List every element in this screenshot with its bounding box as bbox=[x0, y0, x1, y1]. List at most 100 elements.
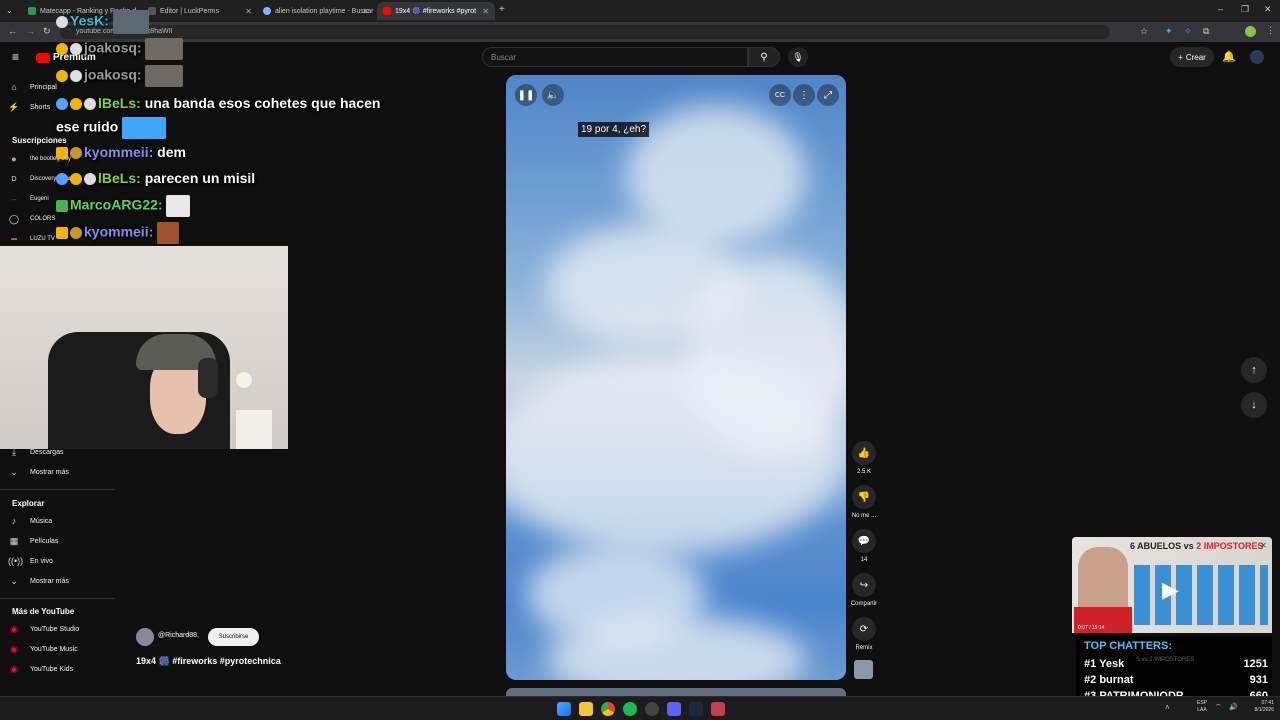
account-avatar[interactable] bbox=[1250, 50, 1264, 64]
comments-button[interactable]: 💬 14 bbox=[850, 529, 878, 563]
comment-count: 14 bbox=[860, 557, 868, 563]
sidebar-item-studio[interactable]: ◉ YouTube Studio bbox=[8, 620, 79, 638]
tray-chevron-icon[interactable]: ˄ bbox=[1165, 703, 1170, 712]
tab-luckperms-editor[interactable]: Editor | LuckPerms bbox=[142, 2, 256, 20]
next-short-preview[interactable] bbox=[506, 688, 846, 696]
close-window-icon[interactable]: ✕ bbox=[1264, 4, 1272, 15]
windows-taskbar: ˄ ESP LAA ⌔ 🔊 07:41 8/1/2026 bbox=[0, 696, 1280, 720]
like-button[interactable]: 👍 2.5 K bbox=[850, 441, 878, 475]
minimize-icon[interactable]: – bbox=[1218, 4, 1223, 14]
chat-username: joakosq: bbox=[84, 66, 142, 83]
file-explorer-icon[interactable] bbox=[579, 702, 593, 716]
volume-button[interactable]: 🔈 bbox=[542, 84, 564, 106]
tab-bing-search[interactable]: alien isolation playtime - Buscar ✕ bbox=[257, 2, 375, 20]
chatter-count: 931 bbox=[1249, 674, 1268, 686]
chat-text: ese ruido bbox=[56, 118, 119, 135]
chat-message: YesK: bbox=[56, 10, 149, 34]
previous-short-button[interactable]: ↑ bbox=[1241, 357, 1267, 383]
sidebar-item-label: Shorts bbox=[30, 103, 51, 111]
plus-icon: + bbox=[1178, 52, 1183, 62]
channel-name[interactable]: @Richard88. bbox=[158, 632, 199, 639]
restore-icon[interactable]: ❐ bbox=[1241, 4, 1249, 15]
sidebar-item-show-more-explore[interactable]: ⌄ Mostrar más bbox=[8, 572, 69, 590]
language-indicator[interactable]: ESP LAA bbox=[1197, 700, 1207, 714]
more-options-icon[interactable]: ⋮ bbox=[793, 84, 815, 106]
obs-icon[interactable] bbox=[645, 702, 659, 716]
next-short-button[interactable]: ↓ bbox=[1241, 392, 1267, 418]
search-button[interactable]: ⚲ bbox=[748, 47, 780, 67]
extension-icon[interactable]: ✧ bbox=[1184, 26, 1192, 37]
notifications-bell-icon[interactable]: 🔔 bbox=[1222, 50, 1236, 63]
play-icon[interactable]: ▶ bbox=[1162, 577, 1179, 603]
sidebar-item-kids[interactable]: ◉ YouTube Kids bbox=[8, 660, 73, 678]
sidebar-item-show-more[interactable]: ⌄ Mostrar más bbox=[8, 463, 69, 481]
sidebar-sub-item[interactable]: ◯ COLORS bbox=[8, 210, 55, 228]
sidebar-item-shorts[interactable]: ⚡ Shorts bbox=[8, 98, 50, 116]
voice-search-button[interactable]: 🎙 bbox=[788, 47, 808, 67]
chrome-icon[interactable] bbox=[601, 702, 615, 716]
channel-avatar[interactable] bbox=[136, 628, 154, 646]
create-label: Crear bbox=[1185, 52, 1206, 62]
clock-time: 07:41 bbox=[1261, 700, 1274, 706]
webcam-nightstand bbox=[236, 410, 272, 449]
sidebar-item-music-app[interactable]: ◉ YouTube Music bbox=[8, 640, 78, 658]
search-input[interactable]: Buscar bbox=[482, 47, 748, 67]
audio-thumbnail[interactable] bbox=[854, 660, 873, 679]
sidebar-item-live[interactable]: ((•)) En vivo bbox=[8, 552, 53, 570]
sky-cloud bbox=[626, 105, 806, 245]
wifi-icon[interactable]: ⌔ bbox=[1215, 703, 1222, 712]
back-icon[interactable]: ← bbox=[8, 26, 17, 36]
extensions-puzzle-icon[interactable]: ⧉ bbox=[1203, 26, 1209, 37]
steam-icon[interactable] bbox=[689, 702, 703, 716]
chat-message: lBeLs: parecen un misil bbox=[56, 170, 255, 186]
badge-icon bbox=[70, 43, 82, 55]
chat-message: joakosq: bbox=[56, 38, 184, 60]
hamburger-menu-icon[interactable]: ≡ bbox=[12, 50, 19, 64]
share-button[interactable]: ↪ Compartir bbox=[850, 573, 878, 607]
captions-button[interactable]: CC bbox=[769, 84, 791, 106]
profile-avatar[interactable] bbox=[1245, 26, 1256, 37]
sidebar-item-movies[interactable]: ▦ Películas bbox=[8, 532, 59, 550]
spotify-icon[interactable] bbox=[623, 702, 637, 716]
forward-icon[interactable]: → bbox=[26, 26, 35, 36]
new-tab-button[interactable]: + bbox=[499, 4, 505, 15]
chevron-down-icon: ⌄ bbox=[10, 575, 18, 586]
sidebar-item-home[interactable]: ⌂ Principal bbox=[8, 78, 57, 96]
close-tab-icon[interactable]: ✕ bbox=[362, 7, 369, 16]
share-label: Compartir bbox=[850, 601, 878, 607]
close-promo-icon[interactable]: ✕ bbox=[1260, 541, 1267, 550]
menu-dots-icon[interactable]: ⋮ bbox=[1266, 25, 1275, 36]
tab-youtube-short[interactable]: 19x4 🎆 #fireworks #pyrot ✕ bbox=[377, 2, 495, 20]
sidebar-item-label: LUZU TV bbox=[30, 236, 55, 242]
volume-icon[interactable]: 🔊 bbox=[1229, 703, 1238, 711]
explore-heading: Explorar bbox=[12, 499, 45, 508]
remix-button[interactable]: ⟳ Remix bbox=[850, 617, 878, 651]
extension-icon[interactable]: ✦ bbox=[1165, 26, 1173, 37]
create-button[interactable]: + Crear bbox=[1170, 47, 1214, 67]
youtube-studio-icon: ◉ bbox=[10, 623, 18, 634]
discord-icon[interactable] bbox=[667, 702, 681, 716]
url-field[interactable]: youtube.com/shorts/...Ix8haWII bbox=[60, 25, 1110, 39]
bookmark-star-icon[interactable]: ☆ bbox=[1140, 26, 1148, 37]
windows-start-icon[interactable] bbox=[557, 702, 571, 716]
shorts-video-player[interactable] bbox=[506, 75, 846, 680]
sidebar-item-music[interactable]: ♪ Música bbox=[8, 512, 52, 530]
subscribe-button[interactable]: Suscribirse bbox=[208, 628, 259, 646]
reload-icon[interactable]: ↻ bbox=[43, 26, 51, 37]
sky-cloud bbox=[506, 355, 846, 555]
thumbs-up-icon: 👍 bbox=[852, 441, 876, 465]
clock[interactable]: 07:41 8/1/2026 bbox=[1244, 700, 1274, 714]
sub-badge-icon bbox=[56, 43, 68, 55]
sidebar-item-label: YouTube Studio bbox=[30, 625, 80, 633]
like-count: 2.5 K bbox=[856, 469, 871, 475]
sidebar-sub-item[interactable]: – Eugeni bbox=[8, 190, 48, 208]
youtube-play-logo-icon bbox=[36, 52, 50, 63]
close-tab-icon[interactable]: ✕ bbox=[482, 7, 489, 16]
tab-list-icon[interactable]: ⌄ bbox=[6, 6, 13, 15]
emote-image bbox=[145, 38, 184, 60]
fullscreen-button[interactable]: ⤢ bbox=[817, 84, 839, 106]
pause-button[interactable]: ❚❚ bbox=[515, 84, 537, 106]
dislike-button[interactable]: 👎 No me ... bbox=[850, 485, 878, 519]
sidebar-item-label: Mostrar más bbox=[30, 577, 69, 585]
active-app-icon[interactable] bbox=[711, 702, 725, 716]
